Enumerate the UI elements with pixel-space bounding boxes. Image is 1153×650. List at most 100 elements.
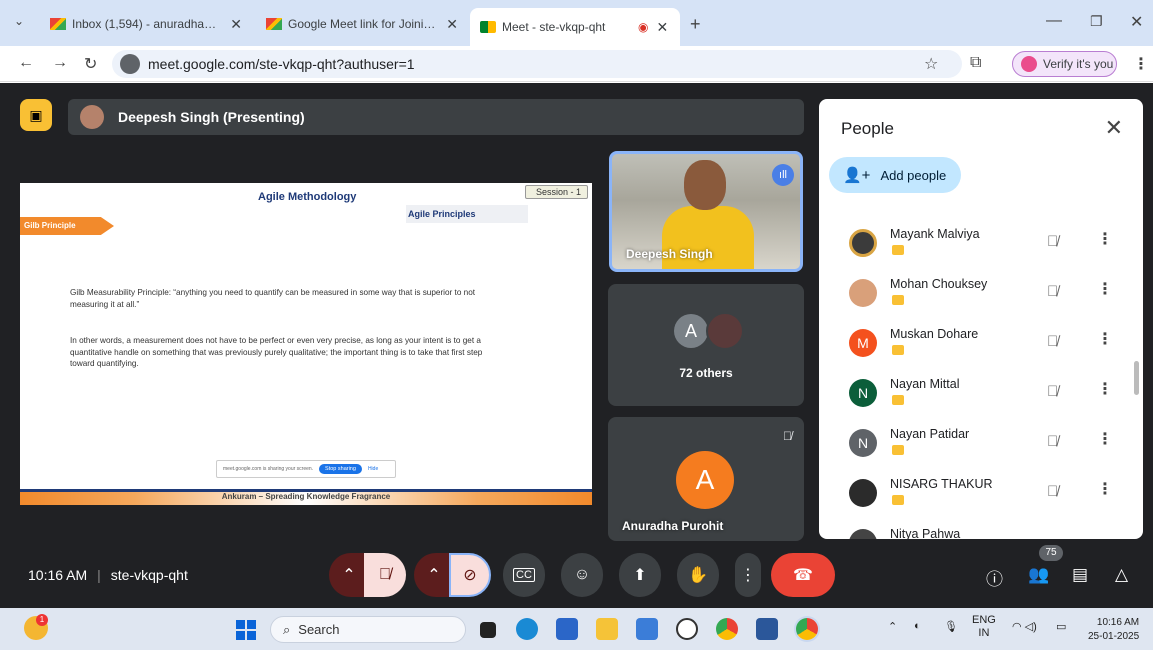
add-people-button[interactable]: 👤+ Add people [829, 157, 961, 193]
task-view-icon[interactable] [480, 622, 496, 638]
network-tray-icon[interactable]: ◐ [914, 620, 921, 632]
word-icon[interactable] [756, 618, 778, 640]
mic-off-icon[interactable]: 🎙̸ [1047, 383, 1058, 400]
battery-icon[interactable]: ▭ [1056, 620, 1066, 633]
forward-icon[interactable]: → [52, 54, 68, 72]
hand-icon: ✋ [688, 567, 708, 584]
slide-title: Agile Methodology [258, 191, 357, 203]
self-tile[interactable]: 🎙̸ A Anuradha Purohit [608, 417, 804, 541]
stop-sharing-button[interactable]: Stop sharing [319, 464, 362, 474]
browser-menu-icon[interactable]: ⋮ [1133, 54, 1149, 74]
tab-meet[interactable]: Meet - ste-vkqp-qht ◉ ✕ [470, 8, 680, 46]
mic-off-icon: 🎙̸ [783, 429, 792, 443]
mic-off-icon[interactable]: 🎙̸ [1047, 283, 1058, 300]
list-item[interactable]: N Nayan Patidar 🎙̸ ⋮ [819, 421, 1143, 471]
mic-tray-icon[interactable]: 🎙 [944, 620, 958, 633]
taskbar-search[interactable]: ⌕ Search [270, 616, 466, 643]
speaker-tile[interactable]: ıll Deepesh Singh [609, 151, 803, 272]
store-icon[interactable] [556, 618, 578, 640]
app-icon[interactable] [636, 618, 658, 640]
more-options-button[interactable]: ⋮ [735, 553, 761, 597]
verify-button[interactable]: Verify it's you [1012, 51, 1117, 77]
dell-icon[interactable] [676, 618, 698, 640]
windows-start-icon[interactable] [236, 620, 256, 640]
mic-off-icon[interactable]: 🎙̸ [1047, 433, 1058, 450]
more-options-icon[interactable]: ⋮ [1097, 479, 1113, 499]
participant-avatar [849, 229, 877, 257]
slide-paragraph-2: In other words, a measurement does not h… [70, 336, 483, 368]
tab-search-icon[interactable]: ⌄ [14, 14, 24, 28]
audio-options-button[interactable]: ⌃ [329, 553, 369, 597]
language-indicator[interactable]: ENG IN [972, 614, 996, 640]
list-item[interactable]: M Muskan Dohare 🎙̸ ⋮ [819, 321, 1143, 371]
people-icon[interactable]: 👥 [1028, 565, 1049, 585]
taskbar-clock[interactable]: 10:16 AM 25-01-2025 [1088, 616, 1139, 644]
more-options-icon[interactable]: ⋮ [1097, 329, 1113, 349]
address-bar: ← → ↻ meet.google.com/ste-vkqp-qht?authu… [0, 46, 1153, 82]
extensions-icon[interactable]: ⧉ [970, 54, 981, 72]
tab-inbox[interactable]: Inbox (1,594) - anuradhapurohi ✕ [40, 8, 252, 40]
list-item[interactable]: Mayank Malviya 🎙̸ ⋮ [819, 221, 1143, 271]
url-field[interactable]: meet.google.com/ste-vkqp-qht?authuser=1 [112, 50, 962, 78]
slide-footer: Ankuram – Spreading Knowledge Fragrance [20, 489, 592, 505]
file-explorer-icon[interactable] [596, 618, 618, 640]
meeting-details-icon[interactable]: ⓘ [986, 565, 1003, 590]
mic-off-icon[interactable]: 🎙̸ [1047, 483, 1058, 500]
captions-button[interactable]: CC [503, 553, 545, 597]
close-icon[interactable]: ✕ [230, 16, 242, 33]
site-info-icon[interactable] [120, 54, 140, 74]
chrome-profile-icon[interactable] [796, 618, 818, 640]
close-icon[interactable]: ✕ [446, 16, 458, 33]
verify-label: Verify it's you [1043, 57, 1114, 71]
present-button[interactable]: ⬆ [619, 553, 661, 597]
search-label: Search [298, 622, 340, 637]
list-item[interactable]: NISARG THAKUR 🎙̸ ⋮ [819, 471, 1143, 521]
list-item[interactable]: N Nayan Mittal 🎙̸ ⋮ [819, 371, 1143, 421]
participant-name: Nayan Mittal [890, 377, 960, 391]
participant-name: Muskan Dohare [890, 327, 979, 341]
more-options-icon[interactable]: ⋮ [1097, 229, 1113, 249]
back-icon[interactable]: ← [18, 54, 34, 72]
participant-avatar: M [849, 329, 877, 357]
tab-meet-link[interactable]: Google Meet link for Joining th ✕ [256, 8, 468, 40]
restore-icon[interactable]: ❐ [1090, 13, 1103, 30]
camera-toggle-button[interactable]: ⊘ [449, 553, 491, 597]
new-tab-icon[interactable]: + [690, 14, 701, 35]
raise-hand-button[interactable]: ✋ [677, 553, 719, 597]
chrome-icon[interactable] [716, 618, 738, 640]
activities-icon[interactable]: △ [1115, 565, 1128, 585]
others-tile[interactable]: A 72 others [608, 284, 804, 406]
hide-button[interactable]: Hide [368, 466, 378, 472]
chevron-up-icon: ⌃ [342, 567, 356, 584]
reload-icon[interactable]: ↻ [84, 54, 97, 74]
scrollbar[interactable] [1134, 361, 1139, 395]
close-icon[interactable]: ✕ [1105, 115, 1123, 141]
show-hidden-icons[interactable]: ⌃ [888, 620, 897, 633]
shared-slide: Agile Methodology Session - 1 Agile Prin… [20, 183, 592, 505]
clock-date: 25-01-2025 [1088, 631, 1140, 642]
edge-icon[interactable] [516, 618, 538, 640]
close-icon[interactable]: ✕ [656, 19, 668, 36]
list-item[interactable]: Mohan Chouksey 🎙̸ ⋮ [819, 271, 1143, 321]
presentation-icon[interactable]: ▣ [20, 99, 52, 131]
more-options-icon[interactable]: ⋮ [1097, 279, 1113, 299]
more-options-icon[interactable]: ⋮ [1097, 429, 1113, 449]
chat-icon[interactable]: ▤ [1072, 565, 1088, 585]
share-notice-text: meet.google.com is sharing your screen. [223, 466, 314, 472]
list-item[interactable]: Nitya Pahwa [819, 521, 1143, 539]
reactions-button[interactable]: ☺ [561, 553, 603, 597]
mic-off-icon[interactable]: 🎙̸ [1047, 333, 1058, 350]
minimize-icon[interactable]: — [1046, 12, 1062, 30]
more-options-icon[interactable]: ⋮ [1097, 379, 1113, 399]
video-options-button[interactable]: ⌃ [414, 553, 454, 597]
window-close-icon[interactable]: ✕ [1130, 12, 1143, 32]
participant-name: Nitya Pahwa [890, 527, 961, 539]
others-avatar: A [674, 314, 708, 348]
bookmark-star-icon[interactable]: ☆ [924, 54, 938, 74]
mic-toggle-button[interactable]: 🎙̸ [364, 553, 406, 597]
wifi-icon[interactable]: ◠ ◁) [1012, 620, 1037, 633]
presentation-badge-icon [892, 345, 904, 355]
mic-off-icon[interactable]: 🎙̸ [1047, 233, 1058, 250]
mic-off-icon: 🎙̸ [379, 566, 391, 583]
leave-call-button[interactable]: ☎ [771, 553, 835, 597]
